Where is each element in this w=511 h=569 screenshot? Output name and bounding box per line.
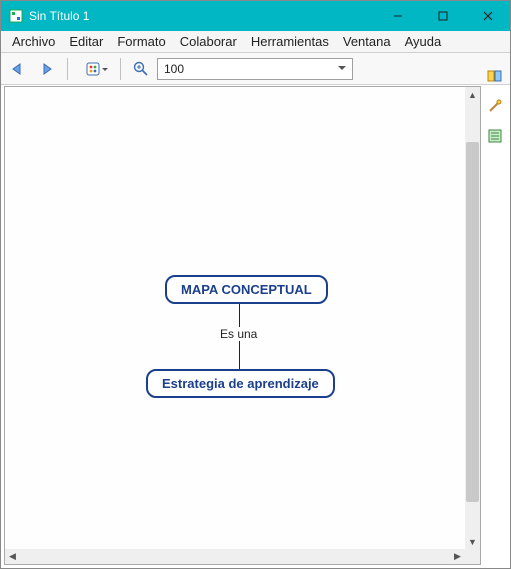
app-icon bbox=[9, 9, 23, 23]
menu-colaborar[interactable]: Colaborar bbox=[173, 32, 244, 51]
minimize-button[interactable] bbox=[375, 1, 420, 31]
close-button[interactable] bbox=[465, 1, 510, 31]
toolbar-separator bbox=[67, 58, 68, 80]
maximize-button[interactable] bbox=[420, 1, 465, 31]
toolbar-separator bbox=[120, 58, 121, 80]
scroll-down-button[interactable]: ▼ bbox=[465, 534, 480, 549]
scroll-right-button[interactable]: ▶ bbox=[450, 549, 465, 564]
concept-node-1[interactable]: MAPA CONCEPTUAL bbox=[165, 275, 328, 304]
chevron-down-icon bbox=[338, 66, 346, 74]
scroll-left-button[interactable]: ◀ bbox=[5, 549, 20, 564]
window-title: Sin Título 1 bbox=[29, 9, 89, 23]
concept-node-2-label: Estrategia de aprendizaje bbox=[162, 376, 319, 391]
style-dropdown-button[interactable] bbox=[76, 57, 112, 81]
menu-ayuda[interactable]: Ayuda bbox=[398, 32, 449, 51]
menu-formato[interactable]: Formato bbox=[110, 32, 172, 51]
zoom-tool-button[interactable] bbox=[129, 57, 153, 81]
forward-arrow-icon bbox=[39, 62, 55, 76]
scroll-thumb[interactable] bbox=[466, 142, 479, 502]
concept-node-1-label: MAPA CONCEPTUAL bbox=[181, 282, 312, 297]
document-area: MAPA CONCEPTUAL Es una Estrategia de apr… bbox=[4, 86, 481, 565]
side-tool-3[interactable] bbox=[483, 124, 507, 148]
canvas[interactable]: MAPA CONCEPTUAL Es una Estrategia de apr… bbox=[5, 87, 465, 549]
style-palette-icon bbox=[85, 61, 103, 77]
scroll-up-button[interactable]: ▲ bbox=[465, 87, 480, 102]
scroll-track[interactable] bbox=[465, 102, 480, 534]
horizontal-scrollbar[interactable]: ◀ ▶ bbox=[5, 549, 465, 564]
side-toolbar bbox=[483, 58, 507, 148]
back-arrow-icon bbox=[11, 62, 27, 76]
list-icon bbox=[487, 128, 503, 144]
back-button[interactable] bbox=[7, 57, 31, 81]
scroll-track[interactable] bbox=[20, 549, 450, 564]
title-bar: Sin Título 1 bbox=[1, 1, 510, 31]
menu-editar[interactable]: Editar bbox=[62, 32, 110, 51]
menu-herramientas[interactable]: Herramientas bbox=[244, 32, 336, 51]
side-tool-1[interactable] bbox=[483, 64, 507, 88]
forward-button[interactable] bbox=[35, 57, 59, 81]
scroll-corner bbox=[465, 549, 480, 564]
magnifier-plus-icon bbox=[133, 61, 149, 77]
menu-archivo[interactable]: Archivo bbox=[5, 32, 62, 51]
tools-icon bbox=[486, 68, 504, 84]
side-tool-2[interactable] bbox=[483, 94, 507, 118]
zoom-value: 100 bbox=[164, 62, 184, 76]
menu-ventana[interactable]: Ventana bbox=[336, 32, 398, 51]
zoom-combobox[interactable]: 100 bbox=[157, 58, 353, 80]
toolbar: 100 bbox=[1, 53, 510, 85]
concept-node-2[interactable]: Estrategia de aprendizaje bbox=[146, 369, 335, 398]
wand-icon bbox=[487, 98, 503, 114]
vertical-scrollbar[interactable]: ▲ ▼ bbox=[465, 87, 480, 549]
concept-link-label[interactable]: Es una bbox=[218, 327, 259, 341]
menu-bar: Archivo Editar Formato Colaborar Herrami… bbox=[1, 31, 510, 53]
